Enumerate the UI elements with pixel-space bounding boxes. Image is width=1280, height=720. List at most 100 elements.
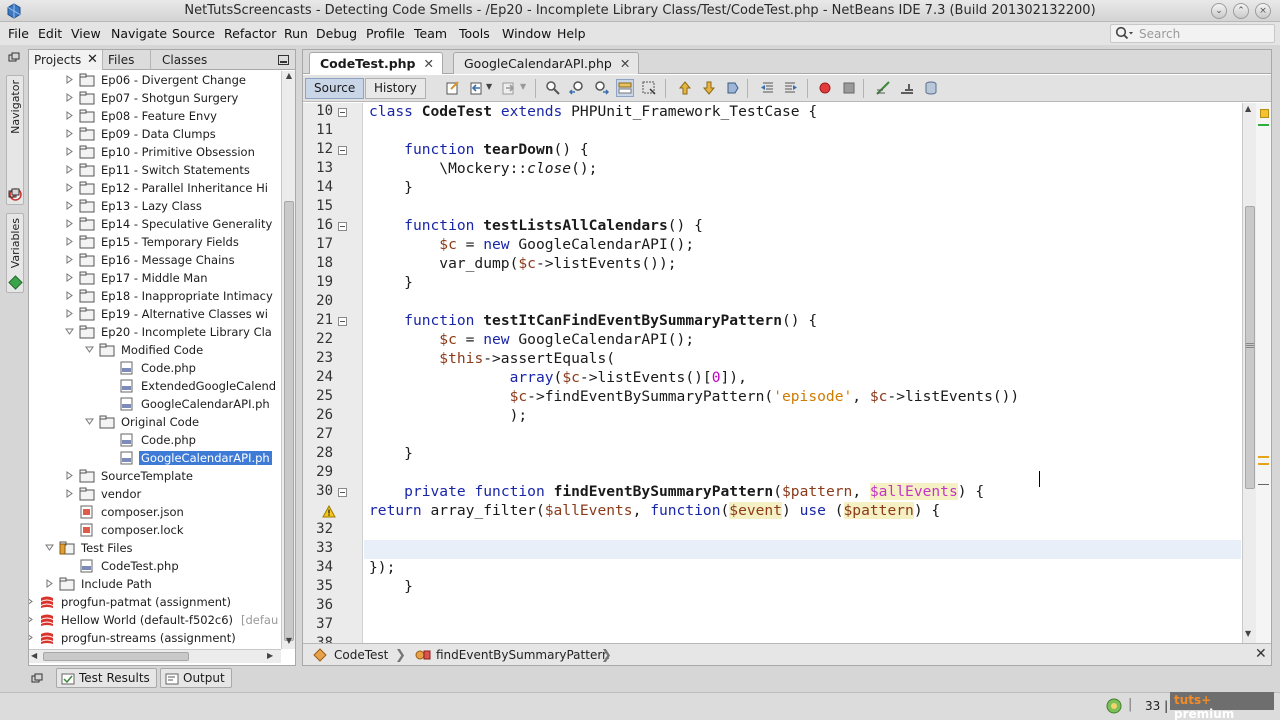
- tree-item[interactable]: ExtendedGoogleCalend: [29, 377, 281, 395]
- tree-horizontal-scrollbar[interactable]: ◀ ▶: [29, 649, 281, 663]
- tree-item[interactable]: Ep15 - Temporary Fields: [29, 233, 281, 251]
- toggle-highlight-icon[interactable]: [616, 79, 634, 97]
- expand-node-icon[interactable]: [45, 579, 54, 588]
- menu-refactor[interactable]: Refactor: [224, 26, 276, 41]
- fold-toggle-icon[interactable]: [338, 108, 347, 117]
- find-previous-icon[interactable]: [569, 80, 585, 96]
- expand-node-icon[interactable]: [65, 93, 74, 102]
- expand-node-icon[interactable]: [65, 147, 74, 156]
- menu-team[interactable]: Team: [414, 26, 447, 41]
- tree-item[interactable]: Ep16 - Message Chains: [29, 251, 281, 269]
- tree-item[interactable]: Ep12 - Parallel Inheritance Hi: [29, 179, 281, 197]
- tree-item[interactable]: Ep17 - Middle Man: [29, 269, 281, 287]
- collapse-node-icon[interactable]: [85, 417, 94, 426]
- tree-item[interactable]: Test Files: [29, 539, 281, 557]
- fold-toggle-icon[interactable]: [338, 317, 347, 326]
- fold-toggle-icon[interactable]: [338, 146, 347, 155]
- expand-node-icon[interactable]: [65, 165, 74, 174]
- close-breadcrumb-icon[interactable]: ✕: [1255, 646, 1267, 662]
- close-icon[interactable]: ✕: [87, 52, 98, 67]
- comment-icon[interactable]: [875, 80, 891, 96]
- tab-googlecalendarapi[interactable]: GoogleCalendarAPI.php ✕: [453, 52, 640, 74]
- expand-node-icon[interactable]: [29, 633, 34, 642]
- collapse-node-icon[interactable]: [65, 327, 74, 336]
- editor-vertical-scrollbar[interactable]: ▲ ▼: [1242, 103, 1256, 643]
- output-tab[interactable]: Output: [160, 668, 232, 688]
- tree-vertical-scrollbar[interactable]: ▲ ▼: [281, 71, 295, 649]
- tree-item[interactable]: Ep08 - Feature Envy: [29, 107, 281, 125]
- menu-window[interactable]: Window: [502, 26, 551, 41]
- warning-icon[interactable]: [322, 505, 336, 518]
- back-dropdown-icon[interactable]: ▼: [486, 82, 492, 91]
- tree-item[interactable]: CodeTest.php: [29, 557, 281, 575]
- expand-node-icon[interactable]: [65, 201, 74, 210]
- back-icon[interactable]: [469, 80, 485, 96]
- expand-node-icon[interactable]: [65, 489, 74, 498]
- tree-item[interactable]: Ep11 - Switch Statements: [29, 161, 281, 179]
- expand-node-icon[interactable]: [65, 273, 74, 282]
- expand-node-icon[interactable]: [65, 111, 74, 120]
- menu-navigate[interactable]: Navigate: [111, 26, 167, 41]
- tree-item[interactable]: Ep13 - Lazy Class: [29, 197, 281, 215]
- shift-right-icon[interactable]: [783, 80, 799, 96]
- rectangular-selection-icon[interactable]: [641, 80, 657, 96]
- last-edit-icon[interactable]: [445, 80, 461, 96]
- tree-item[interactable]: Include Path: [29, 575, 281, 593]
- menu-view[interactable]: View: [71, 26, 101, 41]
- tree-item[interactable]: composer.json: [29, 503, 281, 521]
- restore-group-icon[interactable]: [8, 52, 20, 64]
- tree-item[interactable]: Ep10 - Primitive Obsession: [29, 143, 281, 161]
- database-icon[interactable]: [923, 80, 939, 96]
- expand-node-icon[interactable]: [65, 255, 74, 264]
- find-selection-icon[interactable]: [545, 80, 561, 96]
- expand-node-icon[interactable]: [29, 597, 34, 606]
- notifications-icon[interactable]: [1105, 697, 1123, 715]
- tree-item[interactable]: progfun-patmat (assignment): [29, 593, 281, 611]
- menu-file[interactable]: File: [8, 26, 29, 41]
- shift-left-icon[interactable]: [759, 80, 775, 96]
- menu-debug[interactable]: Debug: [316, 26, 357, 41]
- tree-item[interactable]: Ep06 - Divergent Change: [29, 71, 281, 89]
- expand-node-icon[interactable]: [65, 75, 74, 84]
- toggle-bookmark-icon[interactable]: [725, 80, 741, 96]
- tab-classes[interactable]: Classes: [157, 50, 217, 70]
- tree-item[interactable]: vendor: [29, 485, 281, 503]
- start-macro-recording-icon[interactable]: [817, 80, 833, 96]
- menu-edit[interactable]: Edit: [38, 26, 62, 41]
- source-view-button[interactable]: Source: [305, 78, 365, 99]
- test-results-tab[interactable]: Test Results: [56, 668, 157, 688]
- tree-item[interactable]: Hellow World (default-f502c6) [defau: [29, 611, 281, 629]
- menu-tools[interactable]: Tools: [459, 26, 490, 41]
- close-tab-icon[interactable]: ✕: [620, 56, 630, 71]
- forward-dropdown-icon[interactable]: ▼: [520, 82, 526, 91]
- tab-files[interactable]: Files: [103, 50, 151, 70]
- expand-node-icon[interactable]: [65, 291, 74, 300]
- tree-item[interactable]: GoogleCalendarAPI.ph: [29, 449, 281, 467]
- tree-item[interactable]: Ep19 - Alternative Classes wi: [29, 305, 281, 323]
- tree-item[interactable]: Ep20 - Incomplete Library Cla: [29, 323, 281, 341]
- tree-item[interactable]: progfun-streams (assignment): [29, 629, 281, 647]
- history-view-button[interactable]: History: [365, 78, 426, 99]
- expand-node-icon[interactable]: [29, 615, 34, 624]
- tree-item[interactable]: Modified Code: [29, 341, 281, 359]
- previous-bookmark-icon[interactable]: [677, 80, 693, 96]
- tree-item[interactable]: SourceTemplate: [29, 467, 281, 485]
- tab-codetest[interactable]: CodeTest.php ✕: [309, 52, 443, 74]
- fold-toggle-icon[interactable]: [338, 222, 347, 231]
- tree-item[interactable]: Original Code: [29, 413, 281, 431]
- tree-item[interactable]: Code.php: [29, 359, 281, 377]
- uncomment-icon[interactable]: [899, 80, 915, 96]
- stop-macro-recording-icon[interactable]: [841, 80, 857, 96]
- collapse-node-icon[interactable]: [85, 345, 94, 354]
- expand-node-icon[interactable]: [65, 129, 74, 138]
- breadcrumb-method[interactable]: findEventBySummaryPattern: [436, 648, 610, 662]
- menu-run[interactable]: Run: [284, 26, 308, 41]
- navigator-tab[interactable]: Navigator: [6, 75, 24, 205]
- expand-node-icon[interactable]: [65, 237, 74, 246]
- forward-icon[interactable]: [501, 80, 517, 96]
- expand-node-icon[interactable]: [65, 183, 74, 192]
- code-editor-area[interactable]: class CodeTest extends PHPUnit_Framework…: [364, 103, 1241, 643]
- tree-item[interactable]: Code.php: [29, 431, 281, 449]
- fold-toggle-icon[interactable]: [338, 488, 347, 497]
- tree-item[interactable]: Ep18 - Inappropriate Intimacy: [29, 287, 281, 305]
